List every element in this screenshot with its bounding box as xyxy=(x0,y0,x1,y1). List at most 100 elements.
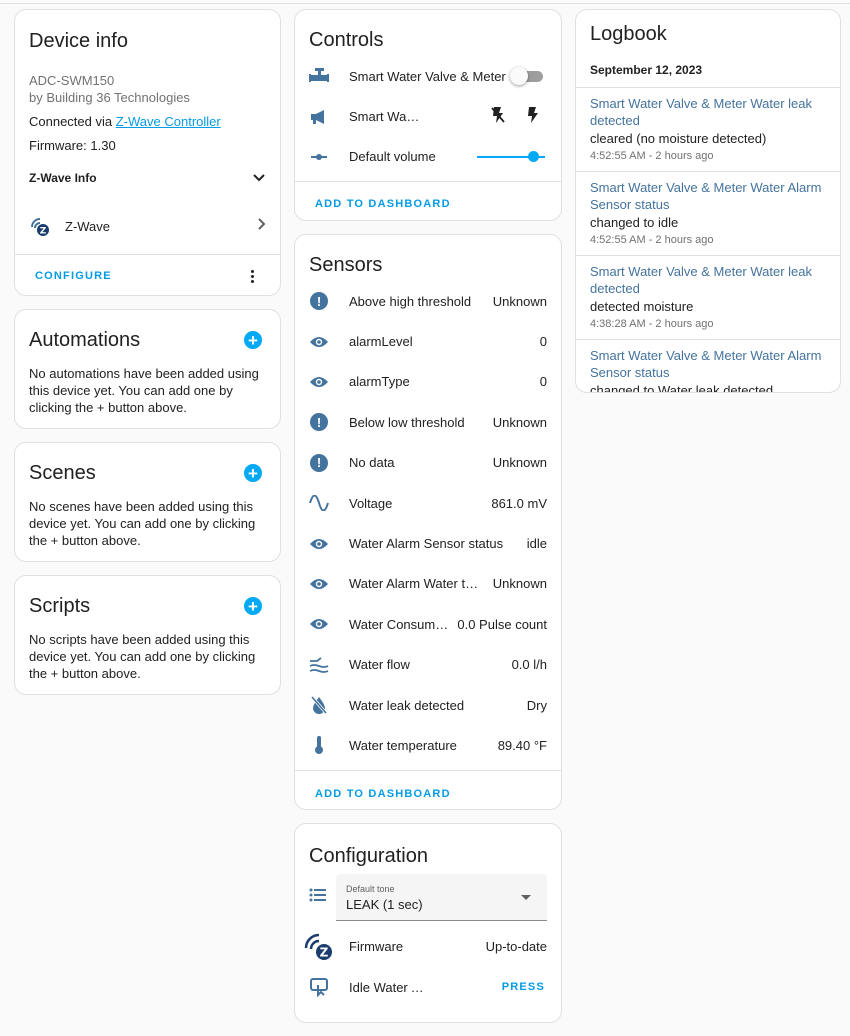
sensor-row[interactable]: Water Alarm Water temperature Unknown xyxy=(295,564,561,604)
more-vert-icon[interactable] xyxy=(244,269,260,283)
sensor-row[interactable]: ! No data Unknown xyxy=(295,443,561,483)
sensor-value: Unknown xyxy=(492,293,547,309)
sensor-value: Dry xyxy=(526,697,547,713)
zwave-label: Z-Wave xyxy=(65,218,111,234)
firmware-status: Up-to-date xyxy=(485,938,547,954)
alert-circle-icon: ! xyxy=(309,453,329,473)
sensor-value: 0 xyxy=(539,374,547,390)
logbook-entry-message: detected moisture xyxy=(590,299,694,314)
automations-card: Automations + No automations have been a… xyxy=(14,309,281,429)
controls-title: Controls xyxy=(309,28,384,51)
default-tone-label: Default tone xyxy=(346,884,395,894)
scenes-card: Scenes + No scenes have been added using… xyxy=(14,442,281,562)
eye-icon xyxy=(309,614,329,634)
sensor-value: 0 xyxy=(539,334,547,350)
sensor-label: Water Alarm Water temperature xyxy=(349,576,485,592)
chevron-down-icon xyxy=(252,171,266,185)
sensor-row[interactable]: Water leak detected Dry xyxy=(295,685,561,725)
logbook-entry-title[interactable]: Smart Water Valve & Meter Water Alarm Se… xyxy=(590,179,826,213)
control-row-volume: Default volume xyxy=(295,137,561,177)
sine-wave-icon xyxy=(309,493,329,513)
control-label: Smart Water Valve & Meter xyxy=(349,68,506,84)
sensor-value: Unknown xyxy=(492,414,547,430)
sensor-row[interactable]: Water Consumption 0.0 Pulse count xyxy=(295,604,561,644)
add-automation-button[interactable]: + xyxy=(244,331,262,349)
sensor-row[interactable]: Water temperature 89.40 °F xyxy=(295,725,561,765)
control-row-valve: Smart Water Valve & Meter xyxy=(295,56,561,96)
logbook-title: Logbook xyxy=(590,22,667,45)
firmware-row[interactable]: Z Firmware Up-to-date xyxy=(295,923,561,969)
sensor-label: Below low threshold xyxy=(349,414,465,430)
alert-circle-icon: ! xyxy=(309,412,329,432)
eye-icon xyxy=(309,534,329,554)
logbook-entry: Smart Water Valve & Meter Water leak det… xyxy=(576,255,840,339)
logbook-card: Logbook September 12, 2023 Smart Water V… xyxy=(575,9,841,393)
default-tone-value: LEAK (1 sec) xyxy=(346,897,423,912)
logbook-entry-message: changed to Water leak detected xyxy=(590,383,774,393)
sensor-row[interactable]: alarmType 0 xyxy=(295,362,561,402)
sensor-value: 861.0 mV xyxy=(491,495,547,511)
logbook-entry-title[interactable]: Smart Water Valve & Meter Water Alarm Se… xyxy=(590,347,826,381)
sensor-row[interactable]: Water Alarm Sensor status idle xyxy=(295,523,561,563)
scenes-title: Scenes xyxy=(29,461,96,484)
top-divider xyxy=(0,0,850,4)
format-list-bulleted-icon xyxy=(309,887,329,908)
sensor-row[interactable]: Voltage 861.0 mV xyxy=(295,483,561,523)
firmware-version: Firmware: 1.30 xyxy=(29,138,116,153)
sensor-list: ! Above high threshold Unknown alarmLevel 0 a… xyxy=(295,281,561,766)
configure-button[interactable]: CONFIGURE xyxy=(35,270,244,282)
water-flow-icon xyxy=(309,655,329,675)
chevron-right-icon xyxy=(258,217,266,235)
sensor-label: Water temperature xyxy=(349,737,457,753)
column-left: Device info ADC-SWM150 by Building 36 Te… xyxy=(14,9,281,708)
zwave-logo-icon: Z xyxy=(29,215,51,237)
add-script-button[interactable]: + xyxy=(244,597,262,615)
eye-icon xyxy=(309,372,329,392)
alert-circle-icon: ! xyxy=(309,291,329,311)
valve-toggle[interactable] xyxy=(510,67,545,86)
zwave-logo-icon: Z xyxy=(303,930,335,962)
sensor-row[interactable]: ! Below low threshold Unknown xyxy=(295,402,561,442)
sensors-add-to-dashboard-button[interactable]: ADD TO DASHBOARD xyxy=(315,788,451,800)
logbook-entry: Smart Water Valve & Meter Water Alarm Se… xyxy=(576,171,840,255)
add-scene-button[interactable]: + xyxy=(244,464,262,482)
thermometer-icon xyxy=(309,735,329,755)
scripts-card: Scripts + No scripts have been added usi… xyxy=(14,575,281,695)
flash-off-icon[interactable] xyxy=(491,106,505,127)
connected-prefix: Connected via xyxy=(29,114,116,129)
zwave-integration-row[interactable]: Z Z-Wave xyxy=(15,202,280,250)
sensor-label: Above high threshold xyxy=(349,293,472,309)
water-off-icon xyxy=(309,695,329,715)
bullhorn-icon xyxy=(309,107,329,127)
idle-sensor-label: Idle Water Alarm Sensor status xyxy=(349,979,425,995)
sensor-value: Unknown xyxy=(492,455,547,471)
sensor-row[interactable]: Water flow 0.0 l/h xyxy=(295,645,561,685)
sensor-label: Water Alarm Sensor status xyxy=(349,536,504,552)
sensor-label: Water Consumption xyxy=(349,616,449,632)
logbook-entry-message: changed to idle xyxy=(590,215,679,230)
sensor-label: No data xyxy=(349,455,395,471)
zwave-info-expander[interactable]: Z-Wave Info xyxy=(15,158,280,198)
sensor-row[interactable]: ! Above high threshold Unknown xyxy=(295,281,561,321)
default-tone-select[interactable]: Default tone LEAK (1 sec) xyxy=(336,874,547,921)
control-label: Default volume xyxy=(349,149,436,165)
flash-icon[interactable] xyxy=(527,106,539,127)
press-button[interactable]: PRESS xyxy=(502,981,545,993)
column-middle: Controls Smart Water Valve & Meter Smart… xyxy=(294,9,562,1036)
zwave-info-label: Z-Wave Info xyxy=(29,171,97,185)
column-right: Logbook September 12, 2023 Smart Water V… xyxy=(575,9,841,406)
logbook-date: September 12, 2023 xyxy=(590,63,703,77)
zwave-controller-link[interactable]: Z-Wave Controller xyxy=(116,114,221,129)
volume-slider-icon xyxy=(309,147,329,167)
logbook-entry-time: 4:52:55 AM - 2 hours ago xyxy=(590,150,714,162)
firmware-label: Firmware xyxy=(349,938,404,954)
logbook-entry-time: 4:38:28 AM - 2 hours ago xyxy=(590,318,714,330)
controls-add-to-dashboard-button[interactable]: ADD TO DASHBOARD xyxy=(315,198,451,210)
sensor-label: Water leak detected xyxy=(349,697,465,713)
sensor-row[interactable]: alarmLevel 0 xyxy=(295,321,561,361)
device-info-title: Device info xyxy=(29,29,128,52)
logbook-entry-title[interactable]: Smart Water Valve & Meter Water leak det… xyxy=(590,263,826,297)
logbook-entry-title[interactable]: Smart Water Valve & Meter Water leak det… xyxy=(590,95,826,129)
scripts-empty-text: No scripts have been added using this de… xyxy=(29,632,256,681)
default-volume-slider[interactable] xyxy=(477,150,545,163)
